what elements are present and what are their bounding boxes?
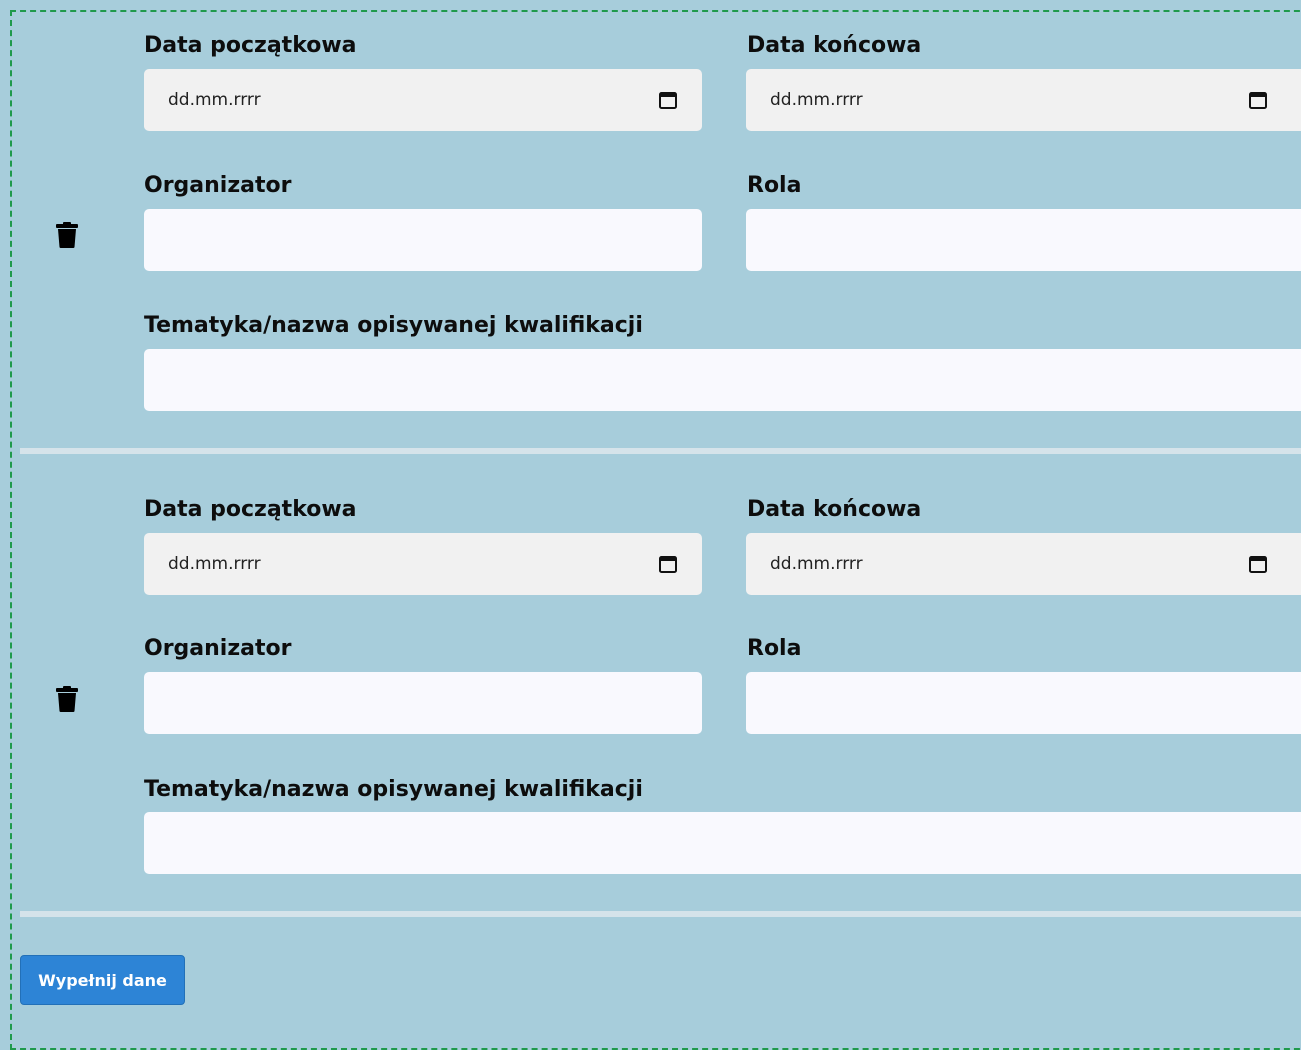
entry-divider — [20, 448, 1301, 454]
calendar-icon[interactable] — [1248, 90, 1268, 110]
topic-label: Tematyka/nazwa opisywanej kwalifikacji — [144, 777, 643, 802]
end-date-placeholder: dd.mm.rrrr — [770, 90, 863, 110]
entry-divider — [20, 911, 1301, 917]
topic-input[interactable] — [144, 349, 1301, 411]
organizer-input[interactable] — [144, 672, 702, 734]
end-date-label: Data końcowa — [747, 33, 922, 58]
topic-input[interactable] — [144, 812, 1301, 874]
calendar-icon[interactable] — [1248, 554, 1268, 574]
end-date-field[interactable]: dd.mm.rrrr — [746, 69, 1301, 131]
delete-entry-button[interactable] — [55, 222, 79, 248]
start-date-label: Data początkowa — [144, 497, 357, 522]
organizer-label: Organizator — [144, 636, 292, 661]
calendar-icon[interactable] — [658, 90, 678, 110]
fill-data-button[interactable]: Wypełnij dane — [20, 955, 185, 1005]
trash-icon — [56, 686, 78, 712]
start-date-field[interactable]: dd.mm.rrrr — [144, 69, 702, 131]
organizer-input[interactable] — [144, 209, 702, 271]
organizer-label: Organizator — [144, 173, 292, 198]
trash-icon — [56, 222, 78, 248]
end-date-placeholder: dd.mm.rrrr — [770, 554, 863, 574]
topic-label: Tematyka/nazwa opisywanej kwalifikacji — [144, 313, 643, 338]
role-input[interactable] — [746, 672, 1301, 734]
start-date-placeholder: dd.mm.rrrr — [168, 554, 261, 574]
start-date-label: Data początkowa — [144, 33, 357, 58]
role-label: Rola — [747, 636, 802, 661]
form-container-frame — [10, 10, 1301, 1050]
start-date-field[interactable]: dd.mm.rrrr — [144, 533, 702, 595]
role-label: Rola — [747, 173, 802, 198]
delete-entry-button[interactable] — [55, 686, 79, 712]
calendar-icon[interactable] — [658, 554, 678, 574]
end-date-field[interactable]: dd.mm.rrrr — [746, 533, 1301, 595]
role-input[interactable] — [746, 209, 1301, 271]
end-date-label: Data końcowa — [747, 497, 922, 522]
start-date-placeholder: dd.mm.rrrr — [168, 90, 261, 110]
